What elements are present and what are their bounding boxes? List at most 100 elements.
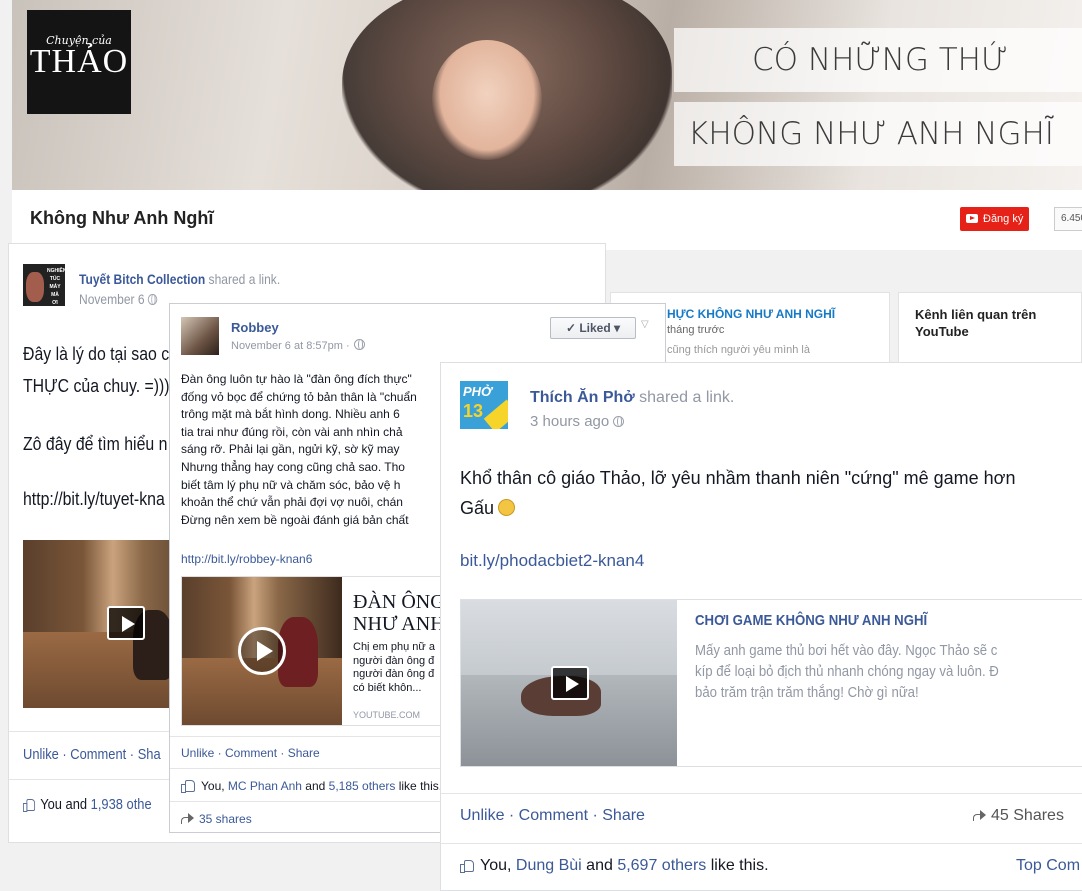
attachment-description: Mấy anh game thủ bơi hết vào đây. Ngọc T… — [695, 640, 999, 703]
avatar-text: ƠI — [52, 300, 58, 306]
avatar-face — [26, 272, 44, 302]
attachment-desc-line: bảo trăm trận trăm thắng! Chờ gì nữa! — [695, 684, 919, 701]
likes-prefix: You and — [40, 796, 91, 813]
post-link[interactable]: bit.ly/phodacbiet2-knan4 — [460, 551, 644, 571]
post-action-text: shared a link. — [634, 389, 735, 406]
liked-button[interactable]: ✓ Liked ▾ — [550, 317, 636, 339]
likes-suffix: like this. — [395, 779, 443, 793]
post-text-line: Khổ thân cô giáo Thảo, lỡ yêu nhầm thanh… — [460, 468, 1016, 488]
share-arrow-icon — [973, 809, 987, 821]
likes-mid: and — [301, 779, 329, 793]
subscriber-count: 6.450 — [1054, 207, 1082, 231]
post-date[interactable]: November 6 at 8:57pm · — [231, 340, 350, 352]
shares-label: 45 Shares — [991, 807, 1064, 824]
avatar[interactable]: NGHIÊN TÚC MÁY MÀ ƠI — [23, 264, 65, 306]
play-icon[interactable] — [551, 666, 589, 700]
share-arrow-icon — [181, 812, 195, 824]
post-actions[interactable]: Unlike · Comment · Share — [181, 746, 320, 760]
likes-name-link[interactable]: Dung Bùi — [516, 857, 582, 874]
channel-logo: Chuyện của THẢO — [27, 10, 131, 114]
shares-label: 35 shares — [199, 812, 252, 826]
attachment-desc-line: có biết khôn... — [353, 681, 422, 694]
avatar-band — [483, 399, 508, 429]
likes-others-link[interactable]: 5,697 others — [617, 857, 706, 874]
post-date-row: November 6 at 8:57pm · — [231, 339, 365, 352]
post-date[interactable]: November 6 — [79, 291, 145, 307]
post-text-line: đống vỏ bọc để chứng tỏ bản thân là "chu… — [181, 389, 417, 404]
channel-header: Không Như Anh Nghĩ Đăng ký 6.450 — [12, 190, 1082, 250]
subscribe-label: Đăng ký — [983, 213, 1024, 225]
avatar-text: NGHIÊN — [47, 268, 65, 274]
attachment-title[interactable]: ĐÀN ÔNG NHƯ ANH — [353, 591, 445, 635]
post-text-word: Gấu — [460, 498, 495, 518]
likes-name-link[interactable]: MC Phan Anh — [228, 779, 302, 793]
featured-video-title[interactable]: HỰC KHÔNG NHƯ ANH NGHĨ — [667, 307, 889, 321]
likes-others-link[interactable]: 5,185 others — [329, 779, 396, 793]
related-channels-heading: Kênh liên quan trên — [915, 307, 1037, 322]
post-text-line: Nhưng thẳng hay cong cũng chả sao. Tho — [181, 459, 405, 474]
play-icon[interactable] — [238, 627, 286, 675]
subscribe-button[interactable]: Đăng ký — [960, 207, 1030, 231]
link-attachment[interactable]: CHƠI GAME KHÔNG NHƯ ANH NGHĨ Mấy anh gam… — [460, 599, 1082, 767]
related-channels-heading-2: YouTube — [915, 324, 969, 339]
attachment-desc-line: người đàn ông đ — [353, 654, 435, 667]
likes-suffix: like this. — [706, 857, 769, 874]
divider — [441, 843, 1082, 844]
divider — [441, 793, 1082, 794]
avatar-text: MÁY — [49, 284, 61, 290]
channel-title[interactable]: Không Như Anh Nghĩ — [30, 208, 213, 229]
post-text-line: Đừng nên xem bề ngoài đánh giá bản chất — [181, 512, 409, 527]
post-body: Đàn ông luôn tự hào là "đàn ông đích thự… — [181, 371, 451, 529]
video-thumbnail[interactable] — [182, 577, 342, 725]
avatar-text: PHỞ — [463, 384, 492, 399]
post-header: Thích Ăn Phở shared a link. — [530, 389, 734, 407]
banner-headline-2: KHÔNG NHƯ ANH NGHĨ — [674, 102, 1082, 166]
post-date[interactable]: 3 hours ago — [530, 413, 609, 430]
youtube-logo-icon — [966, 214, 978, 223]
chevron-down-icon[interactable]: ▽ — [641, 319, 649, 330]
shares-count[interactable]: 35 shares — [181, 812, 252, 826]
top-comments-toggle[interactable]: Top Com — [1016, 857, 1080, 875]
avatar-text: TÚC — [49, 276, 61, 282]
globe-icon — [613, 416, 625, 427]
author-name[interactable]: Tuyết Bitch Collection — [79, 271, 205, 287]
like-thumb-icon — [23, 798, 36, 812]
post-date-row: 3 hours ago — [530, 413, 625, 430]
video-thumbnail[interactable] — [461, 600, 677, 766]
post-text-line: Đây là lý do tại sao c — [23, 344, 170, 364]
globe-icon — [148, 294, 158, 305]
attachment-desc-line: người đàn ông đ — [353, 668, 435, 680]
post-text-line: trông mặt mà bắt hình dong. Nhiều anh 6 — [181, 407, 400, 422]
post-link[interactable]: http://bit.ly/tuyet-kna — [23, 489, 165, 510]
author-name[interactable]: Thích Ăn Phở — [530, 389, 635, 406]
likes-others-link[interactable]: 1,938 othe — [91, 796, 152, 813]
avatar[interactable]: PHỞ 13 — [460, 381, 508, 429]
attachment-title[interactable]: CHƠI GAME KHÔNG NHƯ ANH NGHĨ — [695, 612, 927, 629]
post-actions[interactable]: Unlike · Comment · Share — [460, 807, 645, 825]
post-text-line-2: Gấu — [460, 493, 1015, 523]
shares-count[interactable]: 45 Shares — [973, 807, 1064, 825]
avatar[interactable] — [181, 317, 219, 355]
like-thumb-icon — [460, 859, 474, 873]
play-icon[interactable] — [107, 606, 145, 640]
post-link[interactable]: http://bit.ly/robbey-knan6 — [181, 552, 312, 566]
channel-banner: Chuyện của THẢO CÓ NHỮNG THỨ KHÔNG NHƯ A… — [12, 0, 1082, 190]
attachment-title-line: NHƯ ANH — [353, 613, 445, 635]
attachment-desc-line: kíp để loại bỏ địch thủ nhanh chóng ngay… — [695, 663, 999, 680]
post-text-line: tia trai như đúng rồi, còn vài anh nhìn … — [181, 424, 403, 439]
post-text-line: sáng rỡ. Phải lại gần, ngửi kỹ, sờ kỹ ma… — [181, 442, 400, 457]
likes-prefix: You, — [201, 779, 228, 793]
attachment-description: Chị em phụ nữ a người đàn ông đ người đà… — [353, 641, 435, 695]
likes-summary: You, MC Phan Anh and 5,185 others like t… — [181, 779, 442, 793]
post-actions[interactable]: Unlike · Comment · Sha — [23, 746, 161, 763]
globe-icon — [353, 339, 365, 350]
featured-video-desc: cũng thích người yêu mình là — [667, 344, 810, 356]
channel-logo-big-text: THẢO — [29, 43, 129, 80]
attachment-desc-line: Chị em phụ nữ a — [353, 641, 435, 653]
post-text-line: Đàn ông luôn tự hào là "đàn ông đích thự… — [181, 372, 412, 386]
like-thumb-icon — [181, 779, 195, 793]
author-name[interactable]: Robbey — [231, 320, 279, 335]
smile-emoji-icon — [498, 499, 516, 516]
post-text-line: biết tâm lý phụ nữ và chăm sóc, bảo vệ h — [181, 477, 401, 492]
likes-summary: You and 1,938 othe — [23, 796, 152, 813]
